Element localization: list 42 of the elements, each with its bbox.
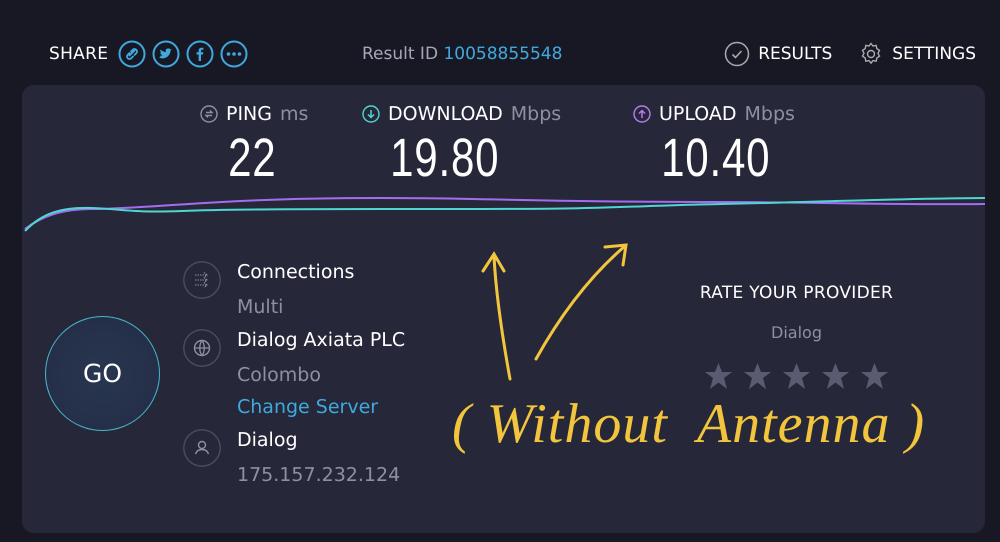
star-icon[interactable] (782, 362, 811, 390)
go-button[interactable]: GO (45, 316, 160, 431)
annotation-text: ( Without Antenna ) (452, 392, 926, 456)
star-icon[interactable] (704, 362, 733, 390)
ping-icon (200, 105, 218, 123)
share-label: SHARE (49, 44, 108, 64)
metric-value: 10.40 (660, 127, 772, 189)
arrows-icon (183, 261, 221, 299)
upload-icon (633, 105, 651, 123)
check-circle-icon (724, 41, 750, 67)
metric-label: UPLOAD (659, 103, 737, 125)
download-icon (362, 105, 380, 123)
star-icon[interactable] (743, 362, 772, 390)
metric-unit: Mbps (510, 103, 562, 125)
star-icon[interactable] (821, 362, 850, 390)
provider-name: Dialog (771, 323, 822, 342)
person-icon (183, 429, 221, 467)
results-button[interactable]: RESULTS (724, 41, 832, 67)
change-server-link[interactable]: Change Server (237, 396, 406, 419)
more-icon[interactable] (220, 40, 248, 68)
globe-icon (183, 329, 221, 367)
metric-label: PING (226, 103, 272, 125)
bird-icon[interactable] (152, 40, 180, 68)
info-title: Connections (237, 261, 354, 284)
star-icon[interactable] (860, 362, 889, 390)
star-rating[interactable] (704, 362, 889, 390)
rating-title: RATE YOUR PROVIDER (700, 283, 894, 303)
result-id-label: Result ID (362, 44, 438, 64)
metric-unit: ms (280, 103, 308, 125)
metric-value: 19.80 (389, 127, 500, 189)
metric-label: DOWNLOAD (388, 103, 503, 125)
facebook-icon[interactable] (186, 40, 214, 68)
link-icon[interactable] (118, 40, 146, 68)
info-subtitle: 175.157.232.124 (237, 464, 400, 487)
info-title: Dialog (237, 429, 299, 452)
metric-unit: Mbps (744, 103, 795, 125)
metric-value: 22 (227, 127, 278, 189)
settings-button[interactable]: SETTINGS (858, 41, 976, 67)
info-subtitle: Multi (237, 296, 284, 319)
info-subtitle: Colombo (237, 364, 322, 387)
info-title: Dialog Axiata PLC (237, 329, 406, 352)
result-id[interactable]: 10058855548 (443, 44, 562, 64)
